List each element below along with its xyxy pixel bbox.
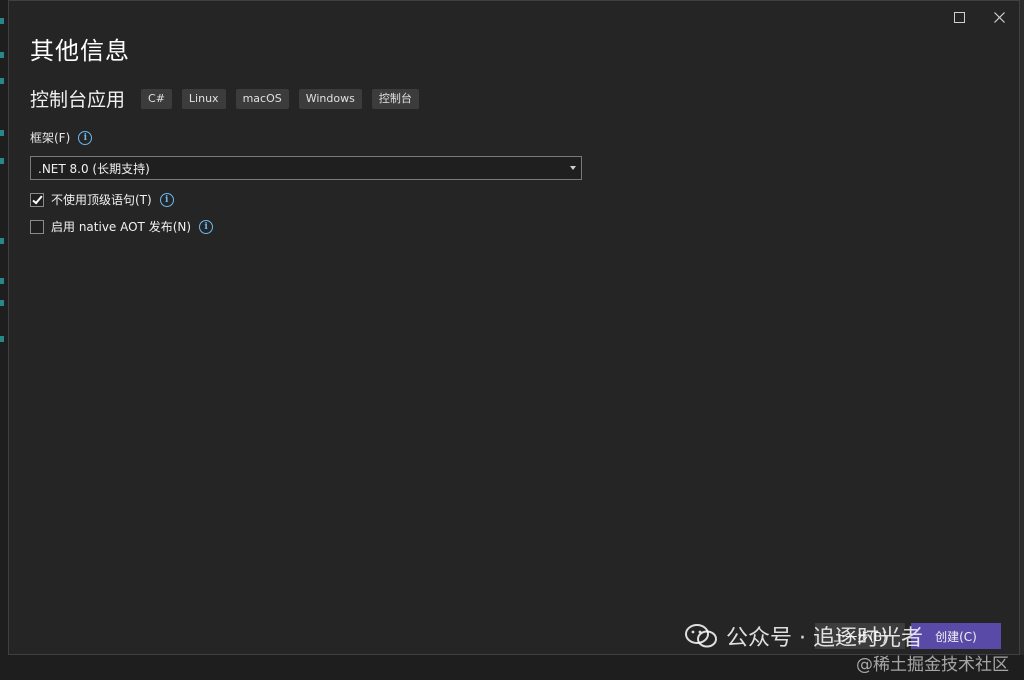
gutter-mark — [0, 278, 4, 284]
gutter-mark — [0, 78, 4, 84]
tag-csharp: C# — [141, 88, 172, 109]
gutter-mark — [0, 336, 4, 342]
tag-macos: macOS — [235, 88, 289, 109]
maximize-button[interactable] — [945, 7, 973, 27]
back-button-label: 上一步(B) — [833, 629, 887, 644]
top-level-statements-checkbox[interactable] — [30, 192, 44, 207]
back-button[interactable]: 上一步(B) — [815, 623, 905, 649]
framework-label: 框架(F) — [30, 131, 71, 145]
info-icon[interactable]: i — [199, 219, 214, 234]
top-level-statements-label: 不使用顶级语句(T) — [51, 193, 152, 207]
info-icon[interactable]: i — [78, 130, 93, 145]
framework-selected-value: .NET 8.0 (长期支持) — [38, 161, 150, 176]
dialog-title: 其他信息 — [30, 37, 130, 65]
close-button[interactable] — [985, 7, 1013, 27]
dropdown-arrow-icon — [570, 166, 576, 170]
template-name: 控制台应用 — [30, 89, 126, 111]
top-level-statements-option[interactable]: 不使用顶级语句(T) i — [30, 191, 174, 208]
info-icon[interactable]: i — [159, 192, 174, 207]
background-ide-bar — [0, 655, 1024, 680]
background-editor-gutter — [0, 0, 8, 680]
framework-label-row: 框架(F) i — [30, 129, 93, 146]
tag-linux: Linux — [181, 88, 226, 109]
gutter-mark — [0, 130, 4, 136]
create-button-label: 创建(C) — [935, 629, 977, 644]
close-icon — [993, 11, 1005, 23]
gutter-mark — [0, 158, 4, 164]
create-button[interactable]: 创建(C) — [911, 623, 1001, 649]
additional-info-dialog: 其他信息 控制台应用 C# Linux macOS Windows 控制台 框架… — [8, 0, 1020, 655]
tag-windows: Windows — [298, 88, 362, 109]
maximize-icon — [953, 11, 965, 23]
native-aot-label: 启用 native AOT 发布(N) — [51, 220, 192, 234]
gutter-mark — [0, 52, 4, 58]
gutter-mark — [0, 18, 4, 24]
native-aot-checkbox[interactable] — [30, 219, 44, 234]
gutter-mark — [0, 238, 4, 244]
template-header: 控制台应用 C# Linux macOS Windows 控制台 — [30, 85, 429, 112]
gutter-mark — [0, 300, 4, 306]
native-aot-option[interactable]: 启用 native AOT 发布(N) i — [30, 218, 214, 235]
framework-dropdown[interactable]: .NET 8.0 (长期支持) — [30, 156, 582, 180]
tag-console: 控制台 — [371, 88, 419, 109]
